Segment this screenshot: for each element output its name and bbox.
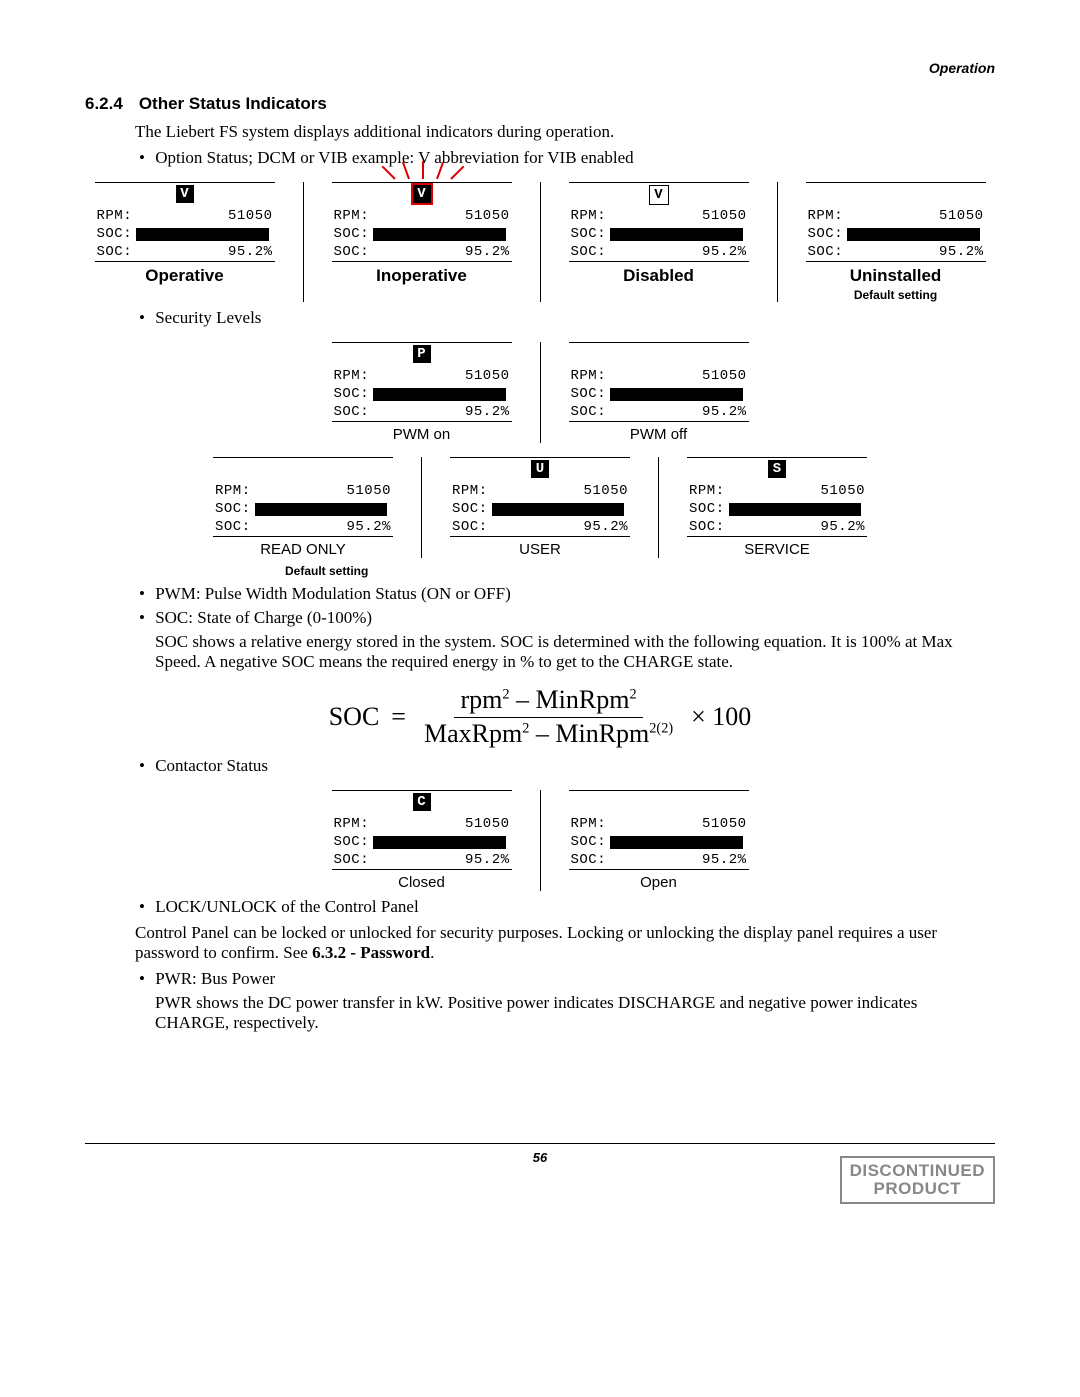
formula-eq: = bbox=[391, 702, 406, 732]
panel-service: S RPM:51050 SOC: SOC:95.2% SERVICE bbox=[687, 457, 867, 558]
security-bottom-row: RPM:51050 SOC: SOC:95.2% READ ONLY U RPM… bbox=[85, 457, 995, 558]
security-top-row: P RPM:51050 SOC: SOC:95.2% PWM on RPM:51… bbox=[85, 342, 995, 443]
caption-pwm-on: PWM on bbox=[393, 426, 451, 443]
soc-label: SOC: bbox=[97, 226, 133, 242]
bullet-lock: LOCK/UNLOCK of the Control Panel bbox=[155, 897, 995, 917]
bullet-soc-label: SOC: State of Charge (0-100%) bbox=[155, 608, 995, 628]
badge-c-icon: C bbox=[413, 793, 431, 811]
caption-service: SERVICE bbox=[744, 541, 810, 558]
badge-v-icon: V bbox=[176, 185, 194, 203]
lcd-display: V RPM: 51050 SOC: SOC: 95.2% bbox=[95, 182, 275, 262]
caption-closed: Closed bbox=[398, 874, 445, 891]
panel-uninstalled: RPM:51050 SOC: SOC:95.2% Uninstalled Def… bbox=[806, 182, 986, 302]
bullet-pwr: PWR: Bus Power bbox=[155, 969, 995, 989]
panel-disabled: V RPM:51050 SOC: SOC:95.2% Disabled bbox=[569, 182, 749, 302]
formula-tail: × 100 bbox=[691, 702, 751, 732]
soc-formula: SOC = rpm2 – MinRpm2 MaxRpm2 – MinRpm2(2… bbox=[85, 686, 995, 748]
separator bbox=[540, 182, 541, 302]
formula-denominator: MaxRpm2 – MinRpm2(2) bbox=[418, 718, 679, 749]
contactor-row: C RPM:51050 SOC: SOC:95.2% Closed RPM:51… bbox=[85, 790, 995, 891]
panel-pwm-on: P RPM:51050 SOC: SOC:95.2% PWM on bbox=[332, 342, 512, 443]
separator bbox=[777, 182, 778, 302]
badge-v-flash-icon: V bbox=[413, 185, 431, 203]
soc-bar bbox=[136, 228, 268, 241]
caption-open: Open bbox=[640, 874, 677, 891]
caption-disabled: Disabled bbox=[623, 266, 694, 286]
badge-s-icon: S bbox=[768, 460, 786, 478]
soc-description: SOC shows a relative energy stored in th… bbox=[155, 632, 995, 672]
panel-pwm-off: RPM:51050 SOC: SOC:95.2% PWM off bbox=[569, 342, 749, 443]
section-heading: 6.2.4 Other Status Indicators bbox=[85, 94, 995, 114]
soc-label-2: SOC: bbox=[97, 244, 133, 260]
formula-numerator: rpm2 – MinRpm2 bbox=[454, 686, 642, 718]
section-title: Other Status Indicators bbox=[139, 94, 327, 113]
panel-inoperative: V RPM:51050 SOC: SOC:95.2% Inoperative bbox=[332, 182, 512, 302]
panel-operative: V RPM: 51050 SOC: SOC: 95.2% Operative bbox=[95, 182, 275, 302]
default-setting-note: Default setting bbox=[285, 564, 995, 578]
bullet-contactor: Contactor Status bbox=[155, 756, 995, 776]
badge-u-icon: U bbox=[531, 460, 549, 478]
lcd-display: V RPM:51050 SOC: SOC:95.2% bbox=[332, 182, 512, 262]
lcd-display: RPM:51050 SOC: SOC:95.2% bbox=[806, 182, 986, 262]
panel-contactor-closed: C RPM:51050 SOC: SOC:95.2% Closed bbox=[332, 790, 512, 891]
caption-pwm-off: PWM off bbox=[630, 426, 687, 443]
subcaption-default: Default setting bbox=[854, 288, 937, 302]
discontinued-stamp: DISCONTINUED PRODUCT bbox=[840, 1156, 995, 1204]
lcd-display: V RPM:51050 SOC: SOC:95.2% bbox=[569, 182, 749, 262]
pwr-text: PWR shows the DC power transfer in kW. P… bbox=[155, 993, 995, 1033]
formula-fraction: rpm2 – MinRpm2 MaxRpm2 – MinRpm2(2) bbox=[418, 686, 679, 748]
badge-p-icon: P bbox=[413, 345, 431, 363]
caption-user: USER bbox=[519, 541, 561, 558]
panel-readonly: RPM:51050 SOC: SOC:95.2% READ ONLY bbox=[213, 457, 393, 558]
section-number: 6.2.4 bbox=[85, 94, 123, 113]
caption-inoperative: Inoperative bbox=[376, 266, 467, 286]
option-status-row: V RPM:51050 SOC: SOC:95.2% Operative V R… bbox=[85, 182, 995, 302]
formula-lhs: SOC bbox=[329, 702, 380, 732]
bullet-pwm: PWM: Pulse Width Modulation Status (ON o… bbox=[155, 584, 995, 604]
caption-uninstalled: Uninstalled bbox=[850, 266, 942, 286]
rpm-value: 51050 bbox=[228, 208, 273, 224]
intro-text: The Liebert FS system displays additiona… bbox=[135, 122, 995, 142]
separator bbox=[303, 182, 304, 302]
bullet-security-levels: Security Levels bbox=[155, 308, 995, 328]
bullet-option-status: Option Status; DCM or VIB example: V abb… bbox=[155, 148, 995, 168]
lock-reference: 6.3.2 - Password bbox=[312, 943, 430, 962]
caption-operative: Operative bbox=[145, 266, 223, 286]
panel-user: U RPM:51050 SOC: SOC:95.2% USER bbox=[450, 457, 630, 558]
soc-value: 95.2% bbox=[228, 244, 273, 260]
page-header-section: Operation bbox=[85, 60, 995, 76]
lock-text: Control Panel can be locked or unlocked … bbox=[135, 923, 995, 963]
rpm-label: RPM: bbox=[97, 208, 133, 224]
caption-readonly: READ ONLY bbox=[260, 541, 346, 558]
page-footer: 56 DISCONTINUED PRODUCT bbox=[85, 1143, 995, 1165]
badge-v-outline-icon: V bbox=[649, 185, 669, 205]
panel-contactor-open: RPM:51050 SOC: SOC:95.2% Open bbox=[569, 790, 749, 891]
